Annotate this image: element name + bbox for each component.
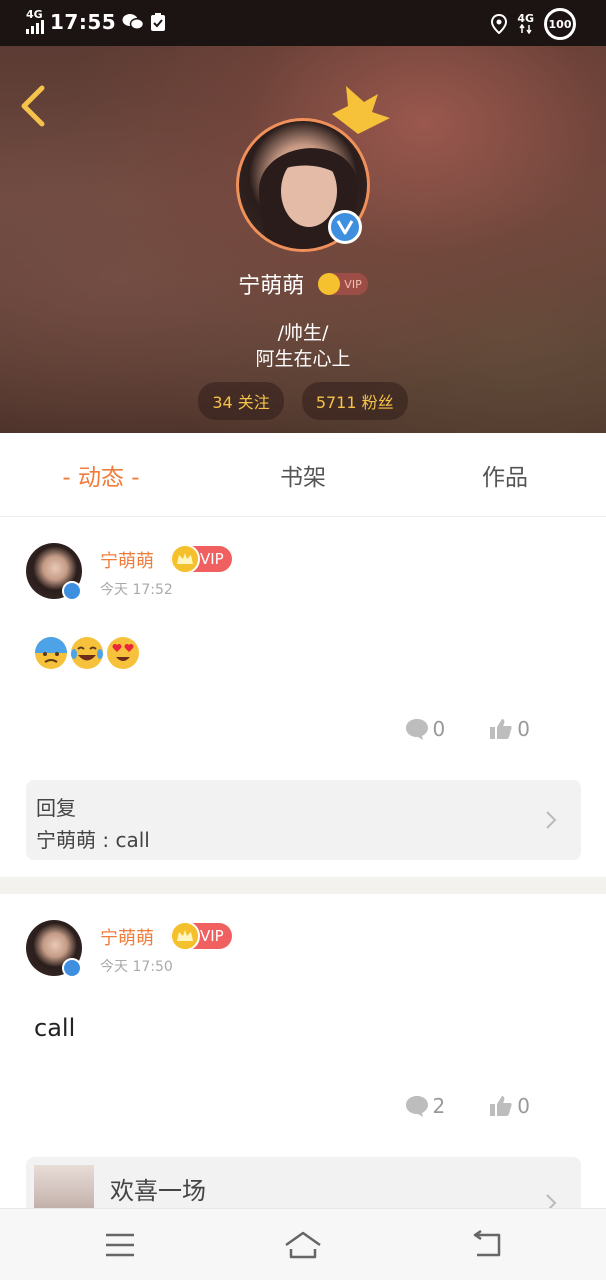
comment-count: 0 [432,717,446,741]
post-text: call [34,1014,76,1042]
comment-button[interactable]: 0 [405,717,446,741]
work-title: 欢喜一场 [110,1177,206,1205]
network-label-right: 4G [517,12,534,25]
chevron-left-icon[interactable] [14,80,54,128]
post-actions: 2 0 [405,1094,530,1118]
profile-tabs: - 动态 - 书架 作品 [0,433,606,517]
post-time: 今天 17:52 [100,582,173,598]
verified-icon [62,581,82,601]
battery-level: 100 [548,17,572,31]
crown-icon [170,544,200,574]
reply-box[interactable]: 回复 宁萌萌 : call [26,780,581,860]
network-label: 4G [26,8,43,21]
following-count[interactable]: 34 关注 [198,382,284,420]
back-icon[interactable] [467,1229,507,1261]
comment-button[interactable]: 2 [405,1094,446,1118]
clipboard-check-icon [151,13,166,31]
post-actions: 0 0 [405,717,530,741]
tab-feed[interactable]: - 动态 - [0,433,202,516]
menu-icon[interactable] [100,1229,140,1261]
post-author[interactable]: 宁萌萌 [100,924,154,950]
profile-header: 宁萌萌 VIP /帅生/ 阿生在心上 34 关注 5711 粉丝 [0,46,606,433]
reply-title: 回复 [36,796,76,820]
vip-badge: VIP [170,921,232,951]
heart-eyes-emoji [107,637,139,669]
verified-icon [62,958,82,978]
thumbs-up-icon [490,1096,512,1116]
vip-badge: VIP [170,544,232,574]
tab-bookshelf[interactable]: 书架 [202,433,404,516]
crown-icon [332,86,390,134]
location-icon [491,14,508,34]
profile-avatar-wrap[interactable] [236,86,390,252]
data-arrows-icon [519,24,532,34]
signal-icon [26,20,44,34]
comment-icon [405,1096,428,1117]
status-right: 4G 100 [491,8,576,40]
chevron-right-icon [546,811,557,829]
system-nav-bar [0,1208,606,1280]
post-author[interactable]: 宁萌萌 [100,547,154,573]
thumbs-up-icon [490,719,512,739]
like-count: 0 [517,1094,530,1118]
bio-line-1: /帅生/ [277,322,329,344]
wechat-icon [122,14,145,30]
status-time: 17:55 [50,10,117,34]
vip-label: VIP [200,550,224,568]
profile-name-row: 宁萌萌 VIP [0,268,606,300]
status-bar: 4G 17:55 4G 100 [0,0,606,46]
reply-text: 宁萌萌 : call [36,828,150,852]
vip-label: VIP [200,927,224,945]
post-divider [0,877,606,894]
cold-sweat-emoji [35,637,67,669]
tears-of-joy-emoji [71,637,103,669]
like-button[interactable]: 0 [489,717,530,741]
status-left: 4G 17:55 [26,8,166,34]
profile-name: 宁萌萌 [238,274,305,299]
profile-stats: 34 关注 5711 粉丝 [0,382,606,420]
vip-coin-icon [318,273,341,295]
battery-icon: 100 [544,8,576,40]
like-count: 0 [517,717,530,741]
comment-count: 2 [432,1094,446,1118]
post-time: 今天 17:50 [100,959,173,975]
followers-count[interactable]: 5711 粉丝 [301,382,408,420]
tab-works[interactable]: 作品 [404,433,606,516]
bio-line-2: 阿生在心上 [255,348,351,370]
verified-icon [328,210,362,244]
home-icon[interactable] [283,1229,323,1261]
vip-label: VIP [344,277,362,291]
crown-icon [170,921,200,951]
comment-icon [405,719,428,740]
feed-post: 宁萌萌 VIP 今天 17:52 0 0 回复 宁萌萌 : call [0,517,606,877]
like-button[interactable]: 0 [489,1094,530,1118]
vip-badge: VIP [318,273,368,295]
